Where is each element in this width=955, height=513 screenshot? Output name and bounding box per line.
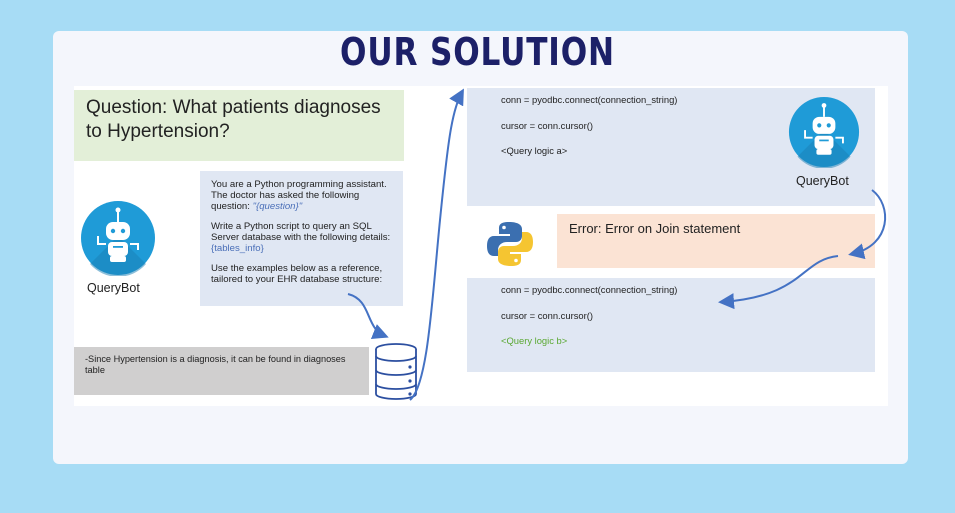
question-box: Question: What patients diagnoses to Hyp…: [74, 90, 404, 161]
code-1-line-3: <Query logic a>: [501, 145, 568, 156]
prompt-paragraph-3: Use the examples below as a reference, t…: [211, 263, 383, 285]
database-icon: [375, 343, 417, 400]
prompt-text-2: Write a Python script to query an SQL Se…: [211, 221, 391, 243]
prompt-variable-question: "{question}": [253, 201, 303, 212]
bot-label-right: QueryBot: [796, 174, 849, 188]
robot-icon: [81, 201, 155, 276]
prompt-box: You are a Python programming assistant. …: [200, 171, 403, 306]
prompt-paragraph-1: You are a Python programming assistant. …: [211, 179, 392, 212]
prompt-paragraph-2: Write a Python script to query an SQL Se…: [211, 221, 392, 254]
code-1-line-2: cursor = conn.cursor(): [501, 120, 593, 131]
robot-icon: [788, 96, 860, 168]
error-box: Error: Error on Join statement: [557, 214, 875, 268]
note-box: -Since Hypertension is a diagnosis, it c…: [74, 347, 369, 395]
python-logo-icon: [487, 222, 533, 266]
code-1-line-1: conn = pyodbc.connect(connection_string): [501, 94, 678, 105]
slide-title: OUR SOLUTION: [340, 30, 615, 74]
code-2-line-3: <Query logic b>: [501, 335, 568, 346]
prompt-variable-tables: {tables_info}: [211, 243, 264, 254]
code-2-line-1: conn = pyodbc.connect(connection_string): [501, 284, 678, 295]
code-2-line-2: cursor = conn.cursor(): [501, 310, 593, 321]
prompt-variable-question-text: "{question}": [252, 201, 303, 212]
bot-label-left: QueryBot: [87, 281, 140, 295]
